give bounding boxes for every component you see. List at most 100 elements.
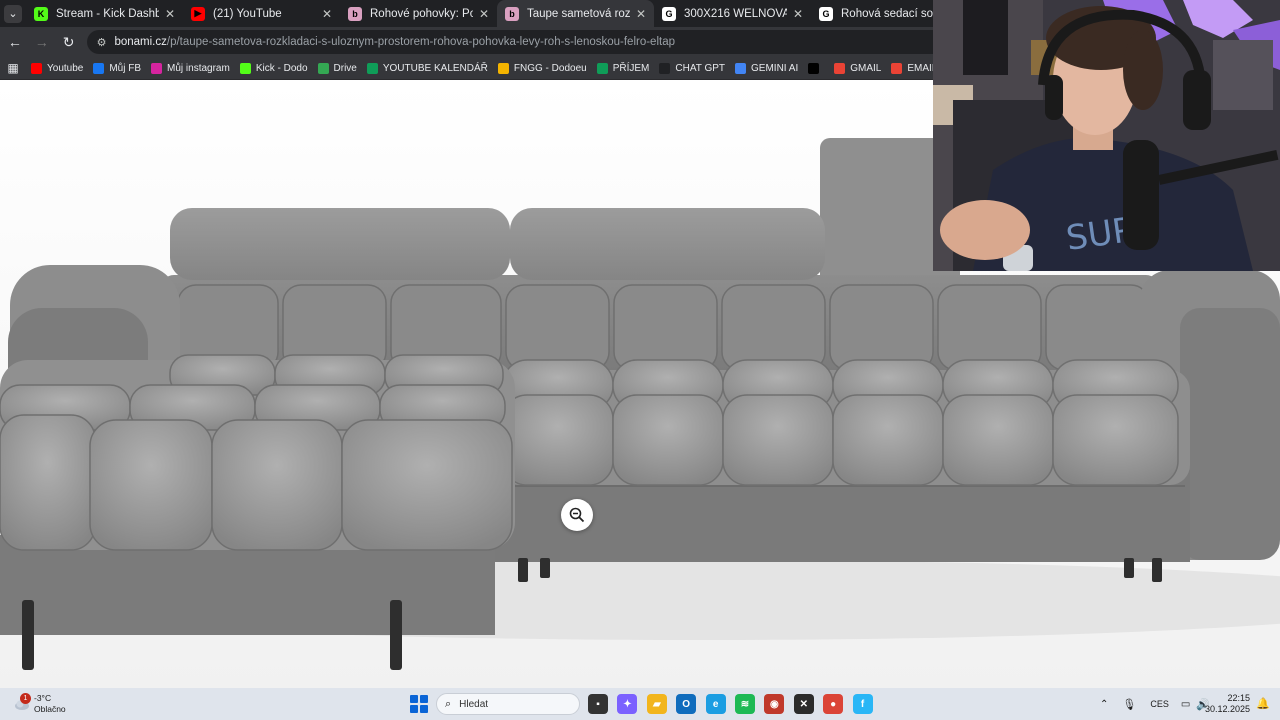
- bookmark-5[interactable]: YOUTUBE KALENDÁŘ: [362, 57, 493, 80]
- windows-logo-icon: [410, 695, 418, 703]
- tab-title: 300X216 WELNOVA - Hledat G: [684, 7, 787, 20]
- middle-headrest: [510, 208, 825, 280]
- chatgpt-icon: [659, 62, 671, 74]
- outlook-icon[interactable]: O: [676, 694, 697, 714]
- weather-widget[interactable]: 1 -3°C Oblačno: [14, 692, 104, 716]
- spotify-icon[interactable]: ≋: [735, 694, 755, 714]
- language-indicator[interactable]: CES: [1150, 699, 1169, 709]
- forward-button[interactable]: →: [30, 30, 54, 54]
- close-icon[interactable]: ✕: [322, 7, 332, 21]
- bookmark-label: Drive: [333, 62, 357, 74]
- bookmark-label: Můj FB: [109, 62, 142, 74]
- tab-4[interactable]: G 300X216 WELNOVA - Hledat G ✕: [654, 0, 811, 27]
- youtube-icon: ▶: [191, 6, 205, 21]
- system-tray: ⌃ 🎙 CES ▭ 🔊: [1100, 688, 1210, 720]
- fakturoid-icon[interactable]: f: [852, 694, 873, 714]
- arrow-right-icon: →: [34, 34, 49, 50]
- reload-icon: ↻: [62, 33, 75, 50]
- sheets-icon: [366, 62, 378, 74]
- bookmark-11[interactable]: GMAIL: [829, 57, 886, 80]
- bonami-icon: b: [505, 6, 519, 21]
- tab-title: Rohová sedací souprava Pl: [841, 7, 944, 20]
- chaise-tufts: [0, 354, 513, 551]
- bookmark-8[interactable]: CHAT GPT: [654, 57, 730, 80]
- windows-taskbar: 1 -3°C Oblačno ⌕ Hledat ▪ ✦ ▰ Oe ≋ ◉ ✕ ● f ⌃ 🎙 C…: [0, 688, 1280, 720]
- gemini-icon: [735, 62, 747, 74]
- youtube-icon: [31, 62, 42, 74]
- tab-title: (21) YouTube: [213, 7, 282, 20]
- chevron-down-icon: ⌄: [4, 4, 22, 23]
- bookmark-label: Youtube: [47, 62, 84, 74]
- obs-icon[interactable]: ◉: [764, 694, 785, 714]
- microphone-icon[interactable]: 🎙: [1122, 698, 1136, 711]
- fngg-icon: [497, 62, 509, 74]
- notification-badge: 1: [20, 693, 31, 704]
- notification-bell-icon[interactable]: 🔔: [1256, 697, 1270, 710]
- bookmark-label: FNGG - Dodoeu: [513, 62, 587, 74]
- taskbar-search[interactable]: ⌕ Hledat: [436, 693, 580, 715]
- instagram-icon: [151, 62, 163, 74]
- bookmark-1[interactable]: Můj FB: [88, 57, 146, 80]
- webcam-feed-image: SUP: [933, 0, 1280, 271]
- bookmark-0[interactable]: Youtube: [26, 57, 88, 80]
- search-placeholder: Hledat: [459, 698, 489, 710]
- site-info-icon[interactable]: ⚙: [97, 36, 107, 49]
- bookmark-label: Můj instagram: [167, 62, 230, 74]
- file-explorer-icon[interactable]: ▪: [588, 694, 608, 714]
- folder-icon[interactable]: ▰: [646, 694, 667, 714]
- chrome-icon[interactable]: ●: [823, 694, 844, 714]
- gmail-icon: [834, 62, 846, 74]
- google-icon: G: [662, 6, 676, 21]
- url-domain: bonami.cz: [114, 36, 167, 48]
- edge-icon[interactable]: e: [705, 694, 726, 714]
- email-icon: [891, 62, 903, 74]
- tabs-container: KStream - Kick Dashboard✕▶(21) YouTube✕b…: [26, 0, 968, 27]
- clock-time: 22:15: [1227, 693, 1250, 703]
- bookmark-label: PŘÍJEM: [612, 62, 650, 74]
- zoom-button[interactable]: [561, 499, 593, 531]
- start-button[interactable]: [410, 695, 428, 713]
- bookmark-label: YOUTUBE KALENDÁŘ: [382, 62, 488, 74]
- close-icon[interactable]: ✕: [479, 7, 489, 21]
- clock[interactable]: 22:15 30.12.2025: [1205, 693, 1250, 715]
- search-icon: ⌕: [445, 697, 452, 710]
- apps-grid-icon[interactable]: ▦: [0, 61, 26, 75]
- drive-icon: [317, 62, 329, 74]
- back-button[interactable]: ←: [3, 30, 27, 54]
- bonami-icon: b: [348, 6, 362, 21]
- close-icon[interactable]: ✕: [165, 7, 175, 21]
- copilot-icon[interactable]: ✦: [617, 694, 638, 714]
- tab-title: Stream - Kick Dashboard: [56, 7, 159, 20]
- network-icon[interactable]: ▭: [1181, 699, 1190, 710]
- bookmark-7[interactable]: PŘÍJEM: [592, 57, 655, 80]
- kick-icon: K: [34, 6, 48, 21]
- close-icon[interactable]: ✕: [636, 7, 646, 21]
- bookmark-6[interactable]: FNGG - Dodoeu: [493, 57, 592, 80]
- dash-icon: [808, 62, 820, 74]
- tab-2[interactable]: b Rohové pohovky: Pohodlné a d ✕: [340, 0, 497, 27]
- webcam-overlay: SUP: [933, 0, 1280, 271]
- bookmark-9[interactable]: GEMINI AI: [730, 57, 803, 80]
- kick-icon: [239, 62, 251, 74]
- bookmark-2[interactable]: Můj instagram: [146, 57, 235, 80]
- weather-description: Oblačno: [34, 704, 66, 714]
- bookmark-4[interactable]: Drive: [313, 57, 362, 80]
- facebook-icon: [93, 62, 105, 74]
- bookmark-label: CHAT GPT: [675, 62, 726, 74]
- close-icon[interactable]: ✕: [793, 7, 803, 21]
- reload-button[interactable]: ↻: [57, 30, 81, 54]
- tab-search-button[interactable]: ⌄: [0, 1, 26, 27]
- google-icon: G: [819, 6, 833, 21]
- tab-1[interactable]: ▶ (21) YouTube ✕: [183, 0, 340, 27]
- tab-0[interactable]: K Stream - Kick Dashboard ✕: [26, 0, 183, 27]
- left-headrest: [170, 208, 510, 280]
- tab-3[interactable]: b Taupe sametová rozkládací/s ú ✕: [497, 0, 654, 27]
- seat-tufts: [502, 359, 1179, 486]
- tab-title: Taupe sametová rozkládací/s ú: [527, 7, 630, 20]
- terminal-icon[interactable]: ✕: [793, 694, 814, 714]
- bookmark-10[interactable]: [803, 57, 829, 80]
- arrow-left-icon: ←: [7, 34, 22, 50]
- chevron-up-icon[interactable]: ⌃: [1100, 699, 1108, 710]
- cloud-icon: 1: [14, 693, 31, 712]
- bookmark-3[interactable]: Kick - Dodo: [235, 57, 313, 80]
